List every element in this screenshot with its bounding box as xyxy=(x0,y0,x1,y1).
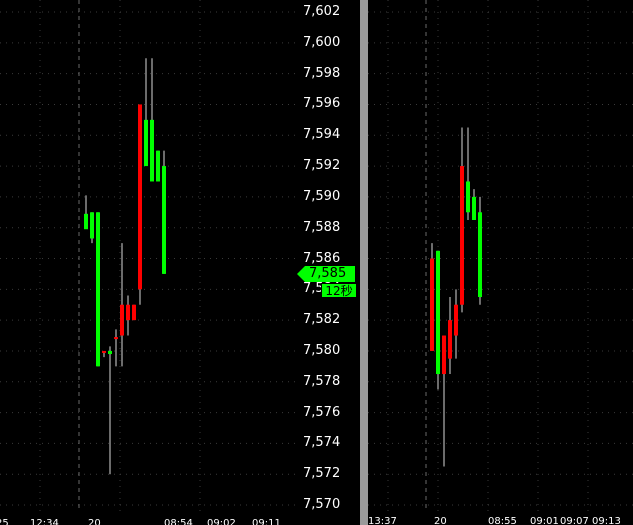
right-chart-pane[interactable]: 13:37 20 08:55 09:01 09:07 09:13 xyxy=(368,0,633,525)
candle[interactable] xyxy=(442,335,446,467)
candle-body xyxy=(472,196,476,220)
time-axis-label: 09:11 xyxy=(252,518,281,525)
candle[interactable] xyxy=(114,329,118,367)
candle-body xyxy=(460,166,464,305)
candle[interactable] xyxy=(430,243,434,351)
candle-body xyxy=(466,181,470,213)
price-tick-label: 7,580 xyxy=(303,342,341,358)
candle-body xyxy=(102,350,106,353)
price-tick-label: 7,576 xyxy=(303,404,341,420)
candle[interactable] xyxy=(144,58,148,167)
price-tick-label: 7,600 xyxy=(303,34,341,50)
price-tick-label: 7,582 xyxy=(303,312,341,328)
candle[interactable] xyxy=(132,304,136,321)
candle-body xyxy=(96,212,100,367)
time-axis-label: 08:55 xyxy=(488,516,517,525)
left-chart-pane[interactable]: 25 12:34 20 08:54 09:02 09:11 xyxy=(0,0,297,525)
price-tick-label: 7,572 xyxy=(303,466,341,482)
candle[interactable] xyxy=(102,350,106,358)
price-tick-label: 7,598 xyxy=(303,65,341,81)
left-candlestick-chart[interactable]: 25 12:34 20 08:54 09:02 09:11 xyxy=(0,0,297,525)
price-tick-label: 7,578 xyxy=(303,373,341,389)
price-tick-label: 7,588 xyxy=(303,219,341,235)
candle-body xyxy=(126,304,130,321)
candle-body xyxy=(430,258,434,351)
price-tick-label: 7,574 xyxy=(303,435,341,451)
time-axis-label: 09:07 xyxy=(560,516,589,525)
candle[interactable] xyxy=(448,297,452,375)
time-axis-label: 12:34 xyxy=(30,518,59,525)
time-axis-label: 20 xyxy=(88,518,101,525)
candle-body xyxy=(84,213,88,230)
right-candlestick-chart[interactable]: 13:37 20 08:55 09:01 09:07 09:13 xyxy=(368,0,633,525)
candle[interactable] xyxy=(460,127,464,313)
time-axis-label: 09:02 xyxy=(207,518,236,525)
bar-countdown-tag: 12秒 xyxy=(321,283,357,298)
candle-body xyxy=(442,335,446,375)
candle[interactable] xyxy=(96,212,100,367)
time-axis-label: 20 xyxy=(434,516,447,525)
current-price-tag: 7,585 xyxy=(297,266,355,282)
candle[interactable] xyxy=(162,150,166,274)
time-axis-label: 08:54 xyxy=(164,518,193,525)
price-tick-label: 7,570 xyxy=(303,497,341,512)
candle-body xyxy=(156,150,160,182)
candle[interactable] xyxy=(454,289,458,359)
time-axis-label: 13:37 xyxy=(368,516,397,525)
time-axis-label: 25 xyxy=(0,518,9,525)
price-tick-label: 7,590 xyxy=(303,188,341,204)
candle[interactable] xyxy=(156,150,160,182)
candle[interactable] xyxy=(478,196,482,305)
price-tick-label: 7,596 xyxy=(303,96,341,112)
price-axis[interactable]: 7,602 7,600 7,598 7,596 7,594 7,592 7,590 7,588… xyxy=(297,0,360,525)
candle[interactable] xyxy=(108,346,112,475)
candle[interactable] xyxy=(126,295,130,336)
candle-body xyxy=(138,104,142,290)
candle-body xyxy=(120,304,124,336)
candle[interactable] xyxy=(138,104,142,305)
candle[interactable] xyxy=(472,189,476,220)
candle-body xyxy=(150,119,154,182)
candle-body xyxy=(448,320,452,359)
candle-body xyxy=(436,250,440,375)
candle-body xyxy=(454,304,458,336)
candle[interactable] xyxy=(436,250,440,390)
candle[interactable] xyxy=(466,127,470,220)
candle[interactable] xyxy=(90,212,94,244)
candle[interactable] xyxy=(150,58,154,182)
candle-body xyxy=(132,304,136,321)
price-tick-label: 7,586 xyxy=(303,250,341,266)
price-tick-label: 7,594 xyxy=(303,127,341,143)
candle-body xyxy=(90,212,94,239)
time-axis-label: 09:13 xyxy=(592,516,621,525)
candle-body xyxy=(144,119,148,167)
price-tick-label: 7,602 xyxy=(303,4,341,19)
candle-body xyxy=(108,350,112,355)
pane-splitter[interactable] xyxy=(360,0,368,525)
candle[interactable] xyxy=(84,195,88,230)
candle[interactable] xyxy=(120,243,124,367)
time-axis-label: 09:01 xyxy=(530,516,559,525)
candle-body xyxy=(162,166,166,274)
candle-body xyxy=(478,212,482,298)
candle-body xyxy=(114,337,118,340)
price-tick-label: 7,592 xyxy=(303,158,341,174)
